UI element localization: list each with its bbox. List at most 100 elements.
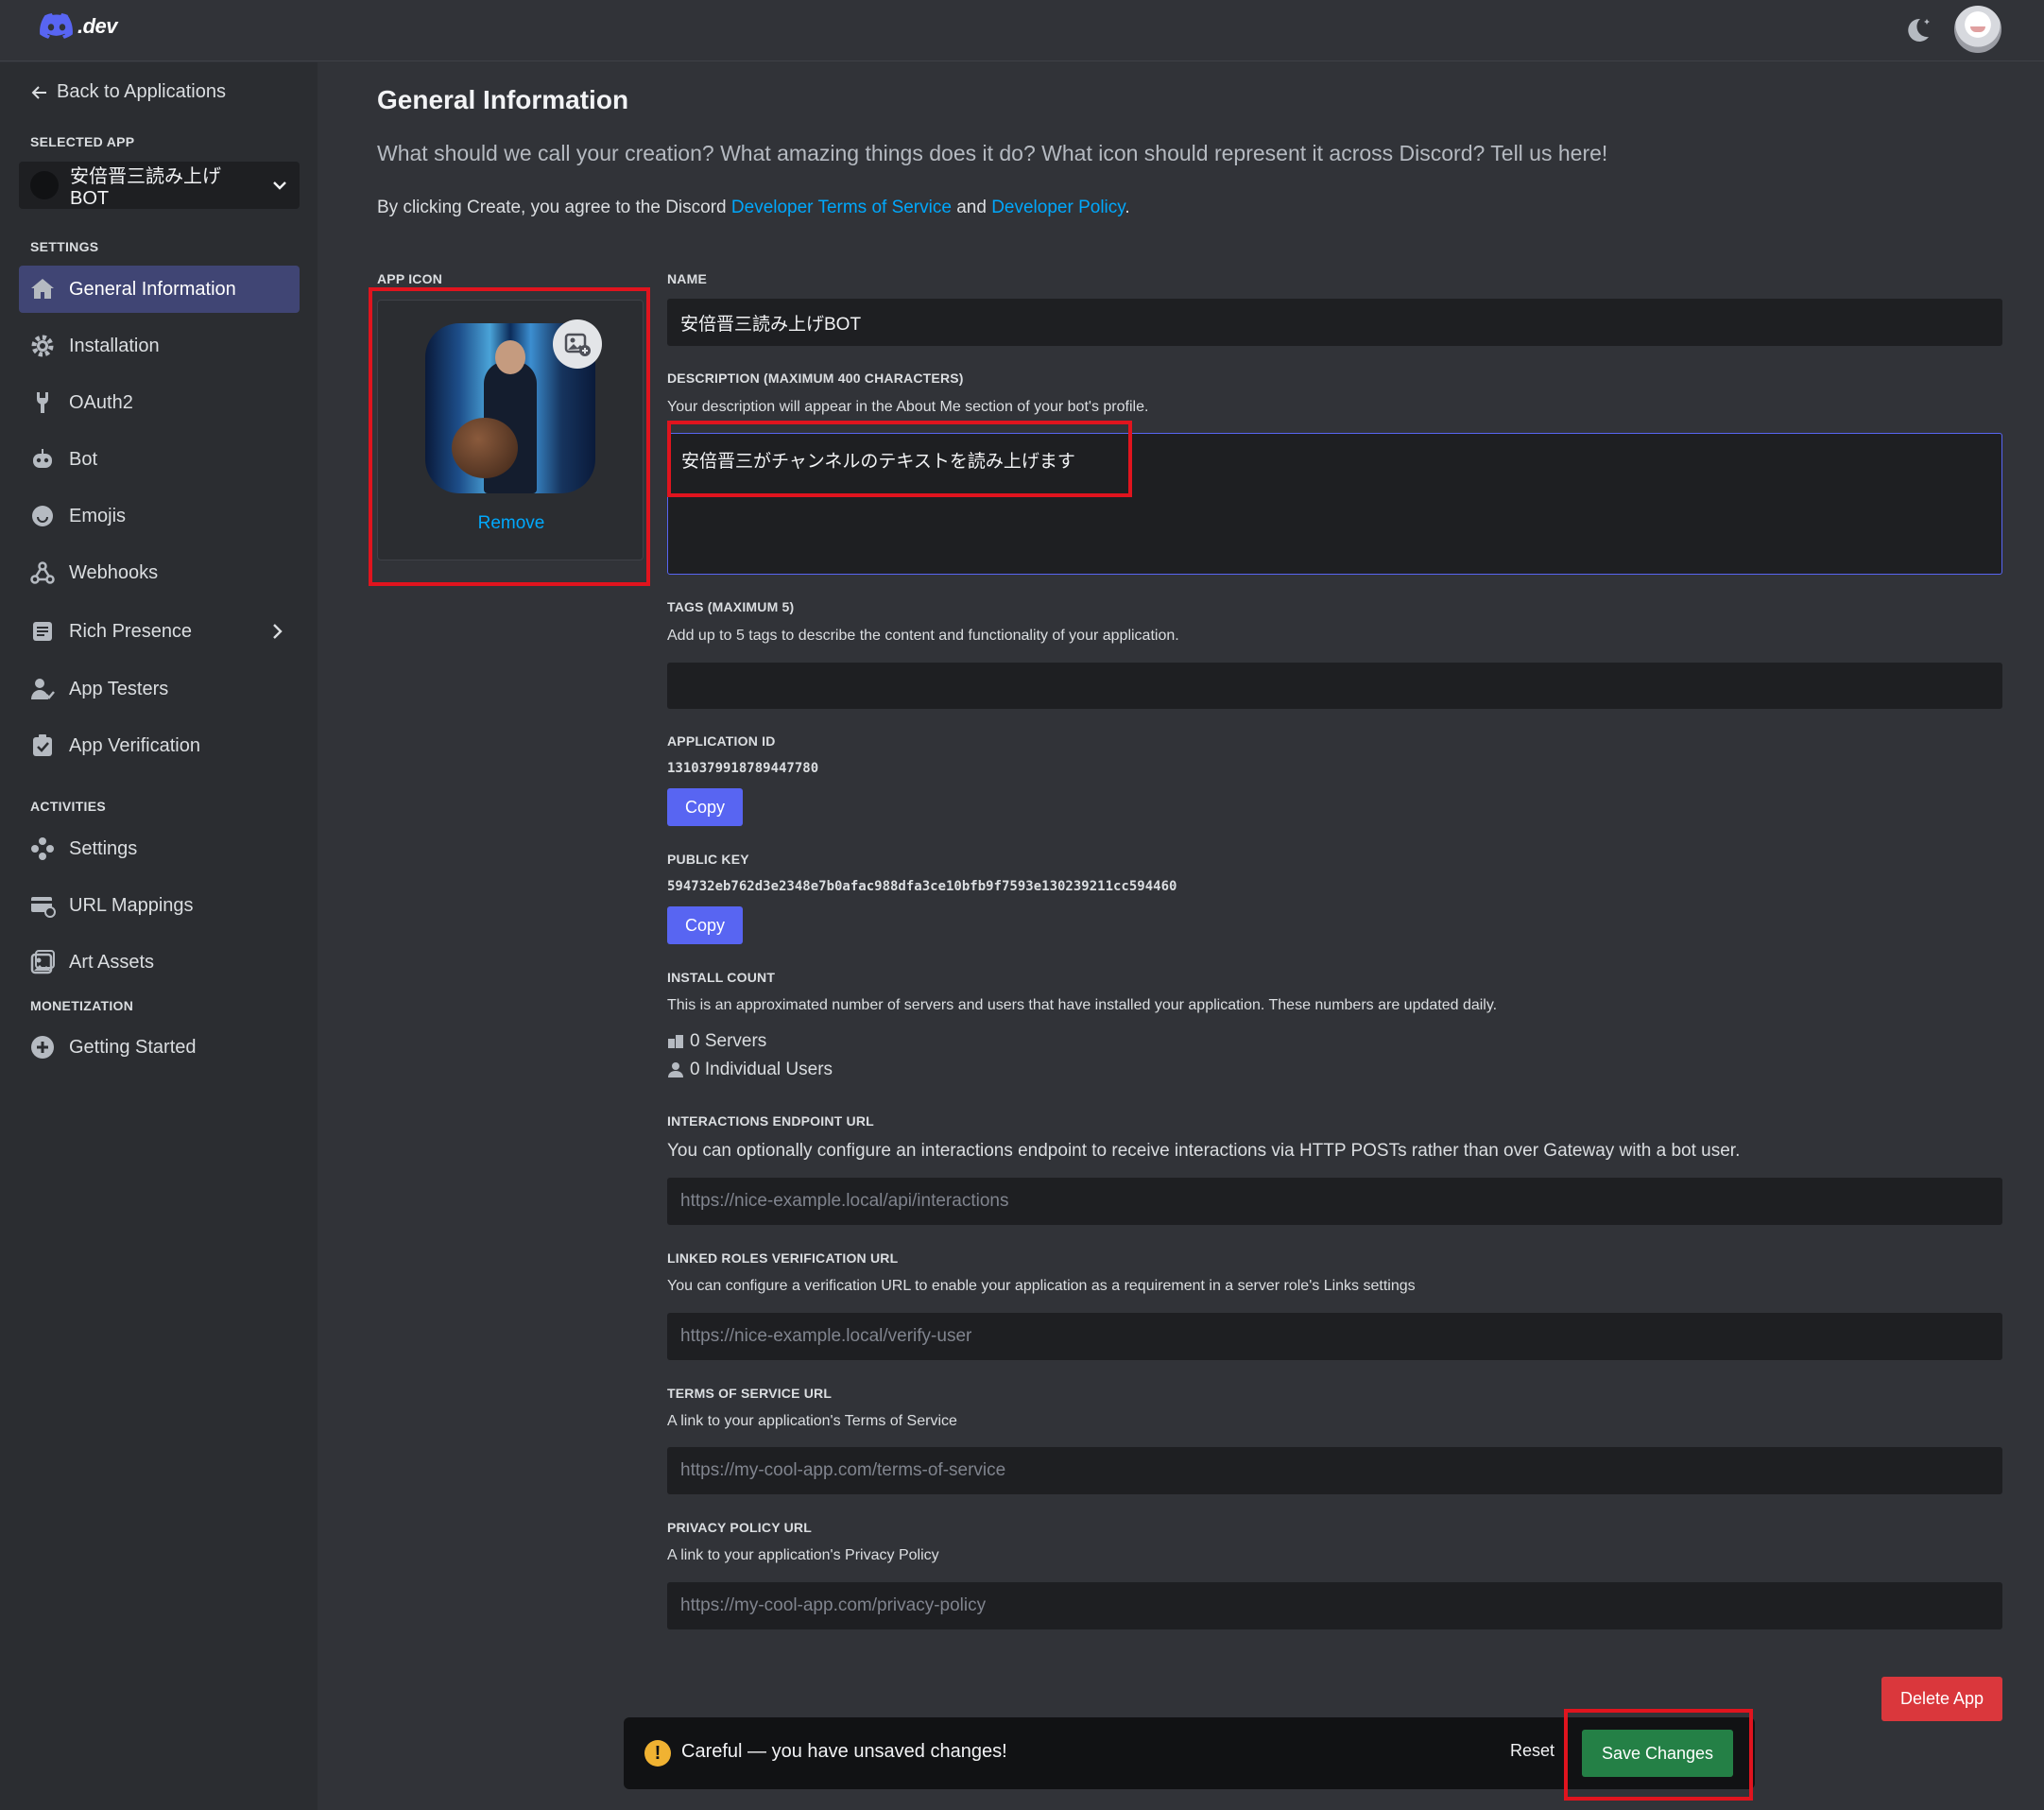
back-label: Back to Applications <box>57 81 226 102</box>
chevron-down-icon <box>273 181 286 190</box>
sidebar-item-label: Settings <box>69 837 138 859</box>
privacy-url-input[interactable] <box>667 1582 2002 1629</box>
sidebar-item-webhooks[interactable]: Webhooks <box>19 549 300 596</box>
name-label: NAME <box>667 271 708 286</box>
users-count: 0 Individual Users <box>667 1060 833 1080</box>
sidebar-item-label: URL Mappings <box>69 894 194 916</box>
tags-label: TAGS (MAXIMUM 5) <box>667 599 795 614</box>
application-id-value: 1310379918789447780 <box>667 761 819 776</box>
interactions-endpoint-label: INTERACTIONS ENDPOINT URL <box>667 1113 874 1129</box>
sidebar-item-url-mappings[interactable]: URL Mappings <box>19 882 300 929</box>
copy-public-key-button[interactable]: Copy <box>667 906 743 944</box>
unsaved-message: Careful — you have unsaved changes! <box>681 1741 1007 1762</box>
highlight-description <box>667 421 1132 497</box>
agree-prefix: By clicking Create, you agree to the Dis… <box>377 198 731 217</box>
back-to-applications-link[interactable]: Back to Applications <box>30 81 226 103</box>
delete-app-button[interactable]: Delete App <box>1881 1677 2002 1721</box>
robot-icon <box>33 449 52 468</box>
reset-button[interactable]: Reset <box>1510 1741 1554 1761</box>
document-icon <box>33 622 52 641</box>
person-icon <box>31 679 55 699</box>
smile-icon <box>32 506 53 526</box>
selected-app-name: 安倍晋三読み上げBOT <box>70 166 221 209</box>
application-id-label: APPLICATION ID <box>667 733 776 749</box>
servers-count-text: 0 Servers <box>690 1031 767 1051</box>
sidebar-item-activity-settings[interactable]: Settings <box>19 825 300 872</box>
tos-url-label: TERMS OF SERVICE URL <box>667 1386 833 1401</box>
discord-dev-logo[interactable]: .dev <box>40 13 118 39</box>
theme-moon-icon[interactable] <box>1901 13 1933 45</box>
name-input[interactable]: 安倍晋三読み上げBOT <box>667 299 2002 346</box>
app-avatar <box>30 171 59 199</box>
interactions-endpoint-hint: You can optionally configure an interact… <box>667 1141 1741 1161</box>
logo-text: .dev <box>77 13 118 38</box>
gamepad-icon <box>31 837 54 860</box>
warning-icon: ! <box>644 1740 671 1767</box>
sidebar-item-art-assets[interactable]: Art Assets <box>19 939 300 986</box>
app-selector-dropdown[interactable]: 安倍晋三読み上げBOT <box>19 162 300 209</box>
sidebar-item-installation[interactable]: Installation <box>19 322 300 370</box>
image-icon <box>30 950 55 974</box>
agree-mid: and <box>951 198 992 217</box>
highlight-save-button <box>1564 1709 1753 1801</box>
server-icon <box>668 1035 683 1048</box>
users-count-text: 0 Individual Users <box>690 1060 833 1079</box>
linked-roles-input[interactable] <box>667 1313 2002 1360</box>
public-key-label: PUBLIC KEY <box>667 852 749 867</box>
sidebar-item-label: Installation <box>69 335 160 356</box>
sidebar-item-bot[interactable]: Bot <box>19 436 300 483</box>
sidebar-item-label: General Information <box>69 278 236 300</box>
developer-policy-link[interactable]: Developer Policy <box>991 198 1125 217</box>
sidebar-item-general-information[interactable]: General Information <box>19 266 300 313</box>
linked-roles-hint: You can configure a verification URL to … <box>667 1278 1416 1294</box>
privacy-url-hint: A link to your application's Privacy Pol… <box>667 1547 939 1563</box>
home-icon <box>31 279 54 299</box>
discord-logo-icon <box>40 13 73 39</box>
description-hint: Your description will appear in the Abou… <box>667 399 1149 415</box>
linked-roles-label: LINKED ROLES VERIFICATION URL <box>667 1250 899 1266</box>
sidebar-item-label: OAuth2 <box>69 391 133 413</box>
sidebar-item-app-testers[interactable]: App Testers <box>19 665 300 713</box>
description-label: DESCRIPTION (MAXIMUM 400 CHARACTERS) <box>667 371 964 386</box>
top-bar: .dev <box>0 0 2044 61</box>
servers-count: 0 Servers <box>667 1031 766 1052</box>
gear-icon <box>31 335 54 357</box>
webhook-icon <box>30 561 55 584</box>
chevron-right-icon <box>273 624 283 639</box>
sidebar-item-label: Getting Started <box>69 1036 197 1058</box>
install-count-hint: This is an approximated number of server… <box>667 997 1498 1013</box>
tags-hint: Add up to 5 tags to describe the content… <box>667 628 1179 644</box>
tags-input[interactable] <box>667 663 2002 709</box>
public-key-value: 594732eb762d3e2348e7b0afac988dfa3ce10bfb… <box>667 879 1177 894</box>
sidebar-item-oauth2[interactable]: OAuth2 <box>19 379 300 426</box>
user-icon <box>668 1062 683 1077</box>
clipboard-check-icon <box>33 734 52 756</box>
user-avatar[interactable] <box>1954 6 2001 53</box>
install-count-label: INSTALL COUNT <box>667 970 776 985</box>
activities-section-label: ACTIVITIES <box>30 799 107 814</box>
interactions-endpoint-input[interactable] <box>667 1178 2002 1225</box>
monetization-section-label: MONETIZATION <box>30 998 134 1013</box>
tos-url-input[interactable] <box>667 1447 2002 1494</box>
terms-agreement: By clicking Create, you agree to the Dis… <box>377 198 1130 218</box>
agree-suffix: . <box>1125 198 1130 217</box>
plus-circle-icon <box>31 1036 54 1059</box>
sidebar-item-app-verification[interactable]: App Verification <box>19 722 300 769</box>
wrench-icon <box>37 392 48 413</box>
sidebar-item-label: Bot <box>69 448 98 470</box>
highlight-app-icon <box>369 287 650 586</box>
sidebar-item-label: Emojis <box>69 505 127 526</box>
developer-terms-link[interactable]: Developer Terms of Service <box>731 198 952 217</box>
arrow-left-icon <box>31 85 46 99</box>
privacy-url-label: PRIVACY POLICY URL <box>667 1520 812 1535</box>
selected-app-label: SELECTED APP <box>30 134 135 149</box>
sidebar: Back to Applications SELECTED APP 安倍晋三読み… <box>0 62 318 1810</box>
sidebar-item-rich-presence[interactable]: Rich Presence <box>19 608 300 655</box>
sidebar-item-label: Art Assets <box>69 951 155 973</box>
sidebar-item-getting-started[interactable]: Getting Started <box>19 1024 300 1071</box>
card-link-icon <box>31 897 56 918</box>
copy-application-id-button[interactable]: Copy <box>667 788 743 826</box>
app-icon-label: APP ICON <box>377 271 443 286</box>
sidebar-item-label: App Testers <box>69 678 169 699</box>
sidebar-item-emojis[interactable]: Emojis <box>19 492 300 540</box>
